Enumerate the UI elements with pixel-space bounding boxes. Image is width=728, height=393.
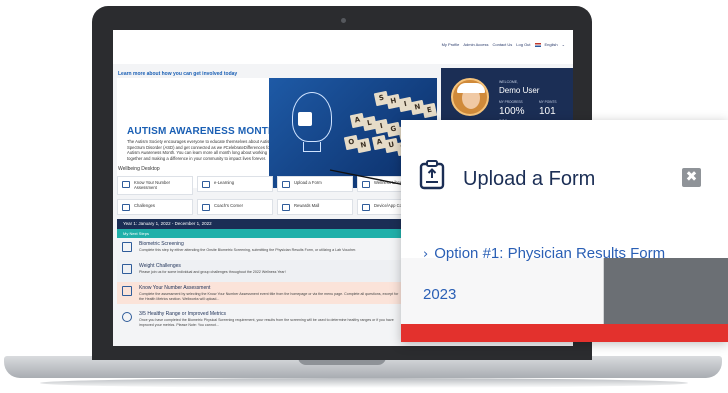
admin-access-link[interactable]: Admin Access — [463, 42, 488, 47]
step-description: Please join us for some individual and g… — [139, 270, 286, 274]
step-description: Complete the assessment by selecting the… — [139, 292, 399, 301]
language-select[interactable]: English — [545, 42, 558, 47]
clipboard-icon — [122, 181, 130, 188]
tile-challenges[interactable]: Challenges — [117, 199, 193, 215]
upload-form-popup: Upload a Form ✖ › Option #1: Physician Re… — [401, 120, 728, 342]
hero-banner[interactable]: AUTISM AWARENESS MONTH The Autism Societ… — [117, 78, 437, 188]
option-physician-results-link[interactable]: › Option #1: Physician Results Form 2023 — [423, 234, 723, 315]
book-icon — [362, 181, 370, 188]
hero-text: The Autism Society encourages everyone t… — [127, 139, 273, 161]
progress-label: MY PROGRESS — [499, 100, 523, 104]
tile-label: e-Learning — [214, 180, 235, 185]
hero-title: AUTISM AWARENESS MONTH — [127, 126, 276, 137]
top-links: My Profile Admin Access Contact Us Log O… — [442, 42, 565, 47]
chevron-right-icon: › — [423, 247, 429, 262]
wellbeing-desktop-label: Wellbeing Desktop — [118, 166, 160, 172]
step-description: Once you have completed the Biometric Ph… — [139, 318, 394, 327]
popup-body: › Option #1: Physician Results Form 2023 — [401, 204, 728, 342]
cart-icon — [282, 204, 290, 211]
letter-tile: E — [421, 102, 437, 119]
top-bar: My Profile Admin Access Contact Us Log O… — [113, 30, 573, 64]
clipboard-icon — [122, 286, 132, 296]
tile-label: Coach's Corner — [214, 203, 243, 208]
next-steps-label: My Next Steps — [123, 231, 150, 236]
tile-label: Challenges — [134, 203, 155, 208]
puzzle-piece-icon — [298, 112, 312, 126]
welcome-label: WELCOME, — [499, 80, 519, 84]
trophy-icon — [122, 204, 130, 211]
marketing-stage: My Profile Admin Access Contact Us Log O… — [0, 0, 728, 393]
avatar-hat — [457, 83, 485, 93]
lightbulb-base — [303, 142, 321, 152]
hero-link[interactable]: Learn more about how you can get involve… — [118, 71, 237, 77]
tile-label: Know Your Number Assessment — [134, 180, 171, 190]
popup-header: Upload a Form ✖ — [401, 120, 728, 204]
camera-icon — [341, 18, 346, 23]
points-label: MY POINTS — [539, 100, 557, 104]
tile-e-learning[interactable]: e-Learning — [197, 176, 273, 192]
user-name: Demo User — [499, 86, 540, 95]
tile-coaches-corner[interactable]: Coach's Corner — [197, 199, 273, 215]
contact-us-link[interactable]: Contact Us — [492, 42, 512, 47]
tile-upload-form[interactable]: Upload a Form — [277, 176, 353, 192]
option-label: Option #1: Physician Results Form — [434, 245, 666, 262]
popup-footer-bar — [401, 324, 728, 342]
points-value: 101 — [539, 106, 556, 117]
laptop-shadow — [40, 378, 688, 388]
tile-label: Rewards Mall — [294, 203, 320, 208]
clipboard-icon — [122, 242, 132, 252]
monitor-icon — [202, 181, 210, 188]
option-year: 2023 — [423, 286, 457, 303]
popup-title: Upload a Form — [463, 168, 596, 190]
document-upload-icon — [419, 160, 445, 190]
gear-icon — [122, 312, 132, 322]
close-button[interactable]: ✖ — [682, 168, 701, 187]
tile-label: Upload a Form — [294, 180, 322, 185]
device-icon — [362, 204, 370, 211]
letter-tile: N — [355, 137, 372, 154]
tile-rewards-mall[interactable]: Rewards Mall — [277, 199, 353, 215]
avatar[interactable] — [451, 78, 489, 116]
upload-icon — [282, 181, 290, 188]
us-flag-icon — [534, 42, 541, 47]
progress-value: 100% — [499, 106, 525, 117]
my-profile-link[interactable]: My Profile — [442, 42, 460, 47]
tile-know-your-number[interactable]: Know Your Number Assessment — [117, 176, 193, 195]
chevron-down-icon: ⌄ — [561, 42, 565, 47]
calendar-icon — [122, 264, 132, 274]
chat-icon — [202, 204, 210, 211]
log-out-link[interactable]: Log Out — [516, 42, 530, 47]
step-description: Complete this step by either attending t… — [139, 248, 357, 252]
